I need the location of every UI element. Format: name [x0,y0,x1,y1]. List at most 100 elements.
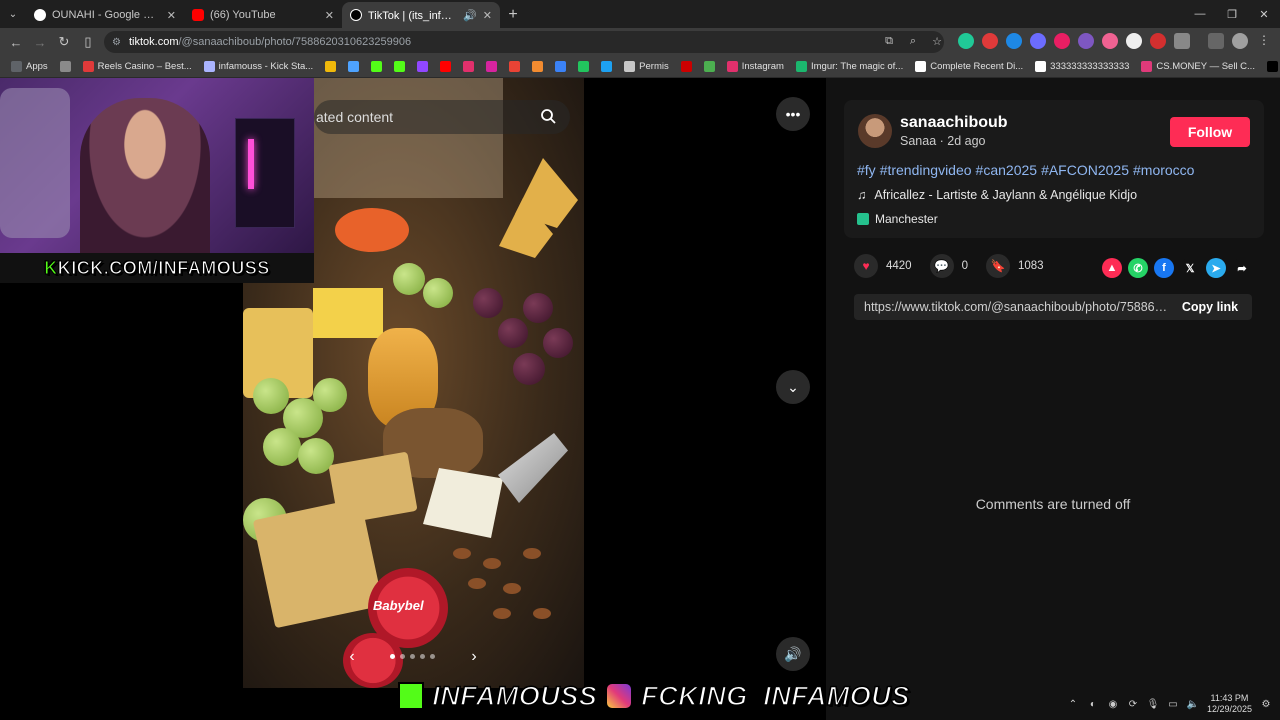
bookmark-item[interactable]: Imgur: The magic of... [791,57,908,77]
bookmark-item[interactable] [343,57,364,77]
tray-app-icon[interactable]: ◐ [1087,698,1099,710]
author-username[interactable]: sanaachiboub [900,114,1008,132]
reload-button[interactable]: ↻ [52,30,76,54]
slide-dot[interactable] [400,654,405,659]
bookmark-item[interactable] [527,57,548,77]
network-icon[interactable]: ▭ [1167,698,1179,710]
audio-playing-icon[interactable]: 🔊 [463,9,477,22]
bookmark-item[interactable] [435,57,456,77]
bookmark-item[interactable]: Reels Casino – Best... [78,57,197,77]
follow-button[interactable]: Follow [1170,117,1250,147]
extension-icon[interactable] [1150,33,1166,49]
notifications-icon[interactable]: ⚙ [1260,698,1272,710]
slide-dot[interactable] [410,654,415,659]
hashtag-link[interactable]: #fy [857,162,876,178]
search-bar[interactable]: ated content [314,100,570,134]
close-tab-icon[interactable]: ✕ [325,9,334,22]
hashtag-link[interactable]: #can2025 [976,162,1038,178]
extension-icon[interactable] [1102,33,1118,49]
bookmark-item[interactable] [55,57,76,77]
extension-icon[interactable] [982,33,998,49]
more-options-button[interactable]: ••• [776,97,810,131]
tray-chevron-icon[interactable]: ⌃ [1067,698,1079,710]
slide-dot[interactable] [430,654,435,659]
bookmark-item[interactable]: infamouss - Kick Sta... [199,57,319,77]
close-tab-icon[interactable]: ✕ [483,9,492,22]
site-info-icon[interactable]: ⚙ [112,37,121,48]
bookmark-star-icon[interactable]: ☆ [928,32,946,50]
discord-icon[interactable]: ◉ [1107,698,1119,710]
sidebar-icon[interactable]: ▯ [76,30,100,54]
volume-button[interactable]: 🔊 [776,637,810,671]
copy-link-button[interactable]: Copy link [1168,300,1252,314]
bookmark-item[interactable]: Complete Recent Di... [910,57,1028,77]
bookmark-item[interactable] [676,57,697,77]
close-tab-icon[interactable]: ✕ [167,9,176,22]
system-clock[interactable]: 11:43 PM 12/29/2025 [1207,693,1252,715]
install-app-icon[interactable]: ⧉ [880,32,898,50]
bookmark-item[interactable] [481,57,502,77]
bookmark-item[interactable]: its_infamo...@) كريم [1262,57,1280,77]
next-slide-button[interactable]: › [461,644,487,670]
restore-icon[interactable]: ❐ [1216,0,1248,28]
tab-google-search[interactable]: OUNAHI - Google Search ✕ [26,2,184,28]
x-share-icon[interactable]: 𝕏 [1180,258,1200,278]
slide-dot[interactable] [390,654,395,659]
more-share-icon[interactable]: ➦ [1232,258,1252,278]
author-avatar[interactable] [858,114,892,148]
microphone-icon[interactable]: 🎙 [1147,698,1160,710]
comment-button[interactable]: 💬 0 [929,254,968,278]
hashtag-link[interactable]: #morocco [1133,162,1194,178]
previous-slide-button[interactable]: ‹ [339,644,365,670]
bookmark-item[interactable] [389,57,410,77]
bookmark-item[interactable] [366,57,387,77]
sync-icon[interactable]: ⟳ [1127,698,1139,710]
bookmark-item[interactable] [573,57,594,77]
hashtag-link[interactable]: #trendingvideo [880,162,972,178]
tab-youtube[interactable]: (66) YouTube ✕ [184,2,342,28]
extension-icon[interactable] [1054,33,1070,49]
extension-icon[interactable] [958,33,974,49]
search-icon[interactable] [540,108,556,124]
back-button[interactable]: ← [4,30,28,54]
bookmark-item[interactable] [504,57,525,77]
hashtag-link[interactable]: #AFCON2025 [1041,162,1129,178]
tab-search-dropdown[interactable]: ⌄ [0,0,26,28]
extension-icon[interactable] [1006,33,1022,49]
bookmark-item[interactable] [320,57,341,77]
repost-share-icon[interactable]: ▲ [1102,258,1122,278]
forward-button[interactable]: → [28,30,52,54]
extension-icon[interactable] [1126,33,1142,49]
extensions-puzzle-icon[interactable] [1174,33,1190,49]
bookmark-item[interactable] [699,57,720,77]
location-tag[interactable]: Manchester [857,210,938,228]
extension-icon[interactable] [1078,33,1094,49]
bookmark-item[interactable]: Apps [6,57,53,77]
facebook-share-icon[interactable]: f [1154,258,1174,278]
save-button[interactable]: 🔖 1083 [986,254,1044,278]
slide-dot[interactable] [420,654,425,659]
bookmark-item[interactable]: Instagram [722,57,789,77]
speaker-icon[interactable]: 🔈 [1187,698,1199,710]
bookmark-item[interactable] [412,57,433,77]
next-post-button[interactable]: ⌄ [776,370,810,404]
whatsapp-share-icon[interactable]: ✆ [1128,258,1148,278]
bookmark-item[interactable]: Permis [619,57,674,77]
media-control-icon[interactable] [1208,33,1224,49]
close-window-icon[interactable]: ✕ [1248,0,1280,28]
telegram-share-icon[interactable]: ➤ [1206,258,1226,278]
bookmark-item[interactable]: CS.MONEY — Sell C... [1136,57,1260,77]
music-track[interactable]: ♫ Africallez - Lartiste & Jaylann & Angé… [857,188,1137,202]
address-bar[interactable]: ⚙ tiktok.com/@sanaachiboub/photo/7588620… [104,31,944,53]
profile-avatar[interactable] [1232,33,1248,49]
menu-kebab-icon[interactable]: ⋮ [1256,33,1272,49]
minimize-icon[interactable]: — [1184,0,1216,28]
like-button[interactable]: ♥ 4420 [854,254,912,278]
bookmark-item[interactable]: 333333333333333 [1030,57,1134,77]
extension-icon[interactable] [1030,33,1046,49]
zoom-icon[interactable]: ⌕ [904,32,922,50]
bookmark-item[interactable] [550,57,571,77]
bookmark-item[interactable] [458,57,479,77]
new-tab-button[interactable]: + [500,2,526,28]
share-link-url[interactable]: https://www.tiktok.com/@sanaachiboub/pho… [854,300,1168,314]
